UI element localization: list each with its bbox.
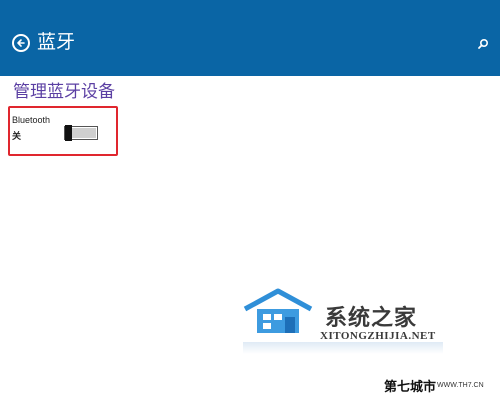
toggle-track: [71, 128, 96, 138]
back-button[interactable]: [12, 34, 30, 52]
search-icon[interactable]: [476, 37, 490, 51]
watermark-brand-en: XITONGZHIJIA.NET: [320, 330, 436, 342]
watermark-reflection: [243, 342, 443, 354]
section-title: 管理蓝牙设备: [13, 82, 115, 102]
bluetooth-label: Bluetooth: [12, 115, 51, 125]
app-header: 蓝牙: [0, 0, 500, 76]
toggle-thumb[interactable]: [65, 125, 72, 141]
back-arrow-icon: [17, 39, 25, 47]
corner-brand: 第七城市: [384, 380, 437, 395]
highlight-box: [8, 106, 118, 156]
page-title: 蓝牙: [37, 31, 76, 53]
watermark-brand-cn: 系统之家: [325, 306, 418, 331]
corner-url: WWW.TH7.CN: [437, 382, 484, 389]
watermark-logo-icon: [243, 288, 313, 333]
bluetooth-toggle[interactable]: [64, 125, 98, 141]
bluetooth-state-label: 关: [12, 132, 22, 142]
